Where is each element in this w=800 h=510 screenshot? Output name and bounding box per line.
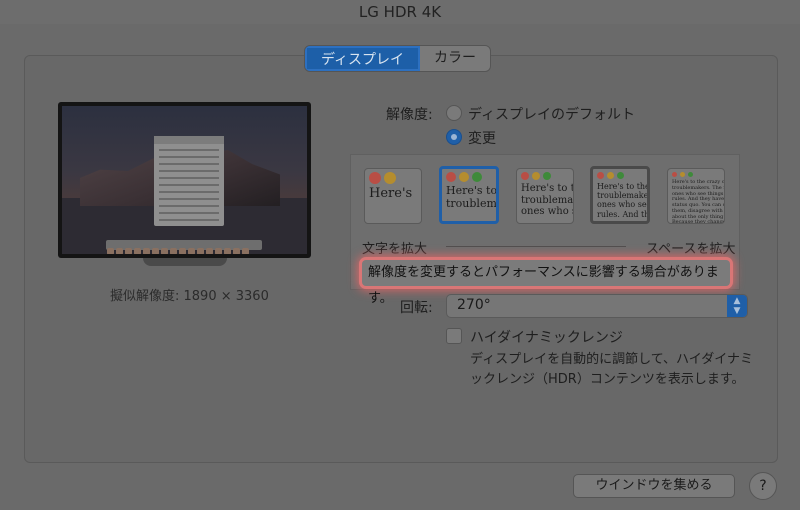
scale-option-2-text: Here's to troublem bbox=[446, 184, 498, 210]
chevron-updown-icon: ▲ ▼ bbox=[727, 295, 747, 317]
rotation-value: 270° bbox=[457, 297, 491, 313]
scale-option-1-text: Here's bbox=[369, 186, 413, 201]
larger-text-label: 文字を拡大 bbox=[362, 242, 428, 257]
gather-windows-button[interactable]: ウインドウを集める bbox=[573, 474, 735, 498]
tab-display[interactable]: ディスプレイ bbox=[305, 46, 421, 71]
preview-dock bbox=[106, 240, 262, 254]
rotation-select[interactable]: 270° ▲ ▼ bbox=[446, 294, 748, 318]
desktop-wallpaper bbox=[62, 106, 307, 254]
scale-option-3-text: Here's to t troublema ones who s bbox=[521, 183, 574, 217]
simulated-resolution-label: 擬似解像度: 1890 × 3360 bbox=[110, 289, 269, 304]
scale-option-2[interactable]: Here's to troublem bbox=[439, 166, 499, 224]
hdr-description: ディスプレイを自動的に調節して、ハイダイナミックレンジ（HDR）コンテンツを表示… bbox=[470, 352, 754, 387]
more-space-label: スペースを拡大 bbox=[646, 242, 736, 257]
tab-bar: ディスプレイ カラー bbox=[304, 45, 492, 72]
performance-warning: 解像度を変更するとパフォーマンスに影響する場合があります。 bbox=[362, 260, 730, 306]
radio-scaled-label[interactable]: 変更 bbox=[468, 128, 496, 148]
radio-default-display[interactable] bbox=[446, 105, 462, 121]
rotation-label: 回転: bbox=[400, 300, 433, 316]
hdr-checkbox[interactable] bbox=[446, 328, 462, 344]
tab-color[interactable]: カラー bbox=[420, 46, 491, 71]
scale-option-4[interactable]: Here's to the c troublemakers ones who s… bbox=[590, 166, 650, 224]
scale-option-1[interactable]: Here's bbox=[364, 168, 422, 224]
resolution-label: 解像度: bbox=[386, 107, 433, 123]
radio-scaled[interactable] bbox=[446, 129, 462, 145]
help-button[interactable]: ? bbox=[749, 472, 777, 500]
scale-divider bbox=[446, 246, 626, 247]
monitor-stand bbox=[143, 258, 227, 266]
display-preview bbox=[58, 102, 311, 258]
preview-document-window bbox=[154, 136, 224, 226]
hdr-label[interactable]: ハイダイナミックレンジ bbox=[470, 327, 623, 347]
scale-option-5-text: Here's to the crazy one troublemakers. T… bbox=[672, 179, 725, 224]
window-title: LG HDR 4K bbox=[0, 0, 800, 24]
radio-default-display-label[interactable]: ディスプレイのデフォルト bbox=[468, 104, 635, 124]
scale-option-4-text: Here's to the c troublemakers ones who s… bbox=[597, 182, 650, 219]
scale-option-3[interactable]: Here's to t troublema ones who s bbox=[516, 168, 574, 224]
scale-option-5[interactable]: Here's to the crazy one troublemakers. T… bbox=[667, 168, 725, 224]
